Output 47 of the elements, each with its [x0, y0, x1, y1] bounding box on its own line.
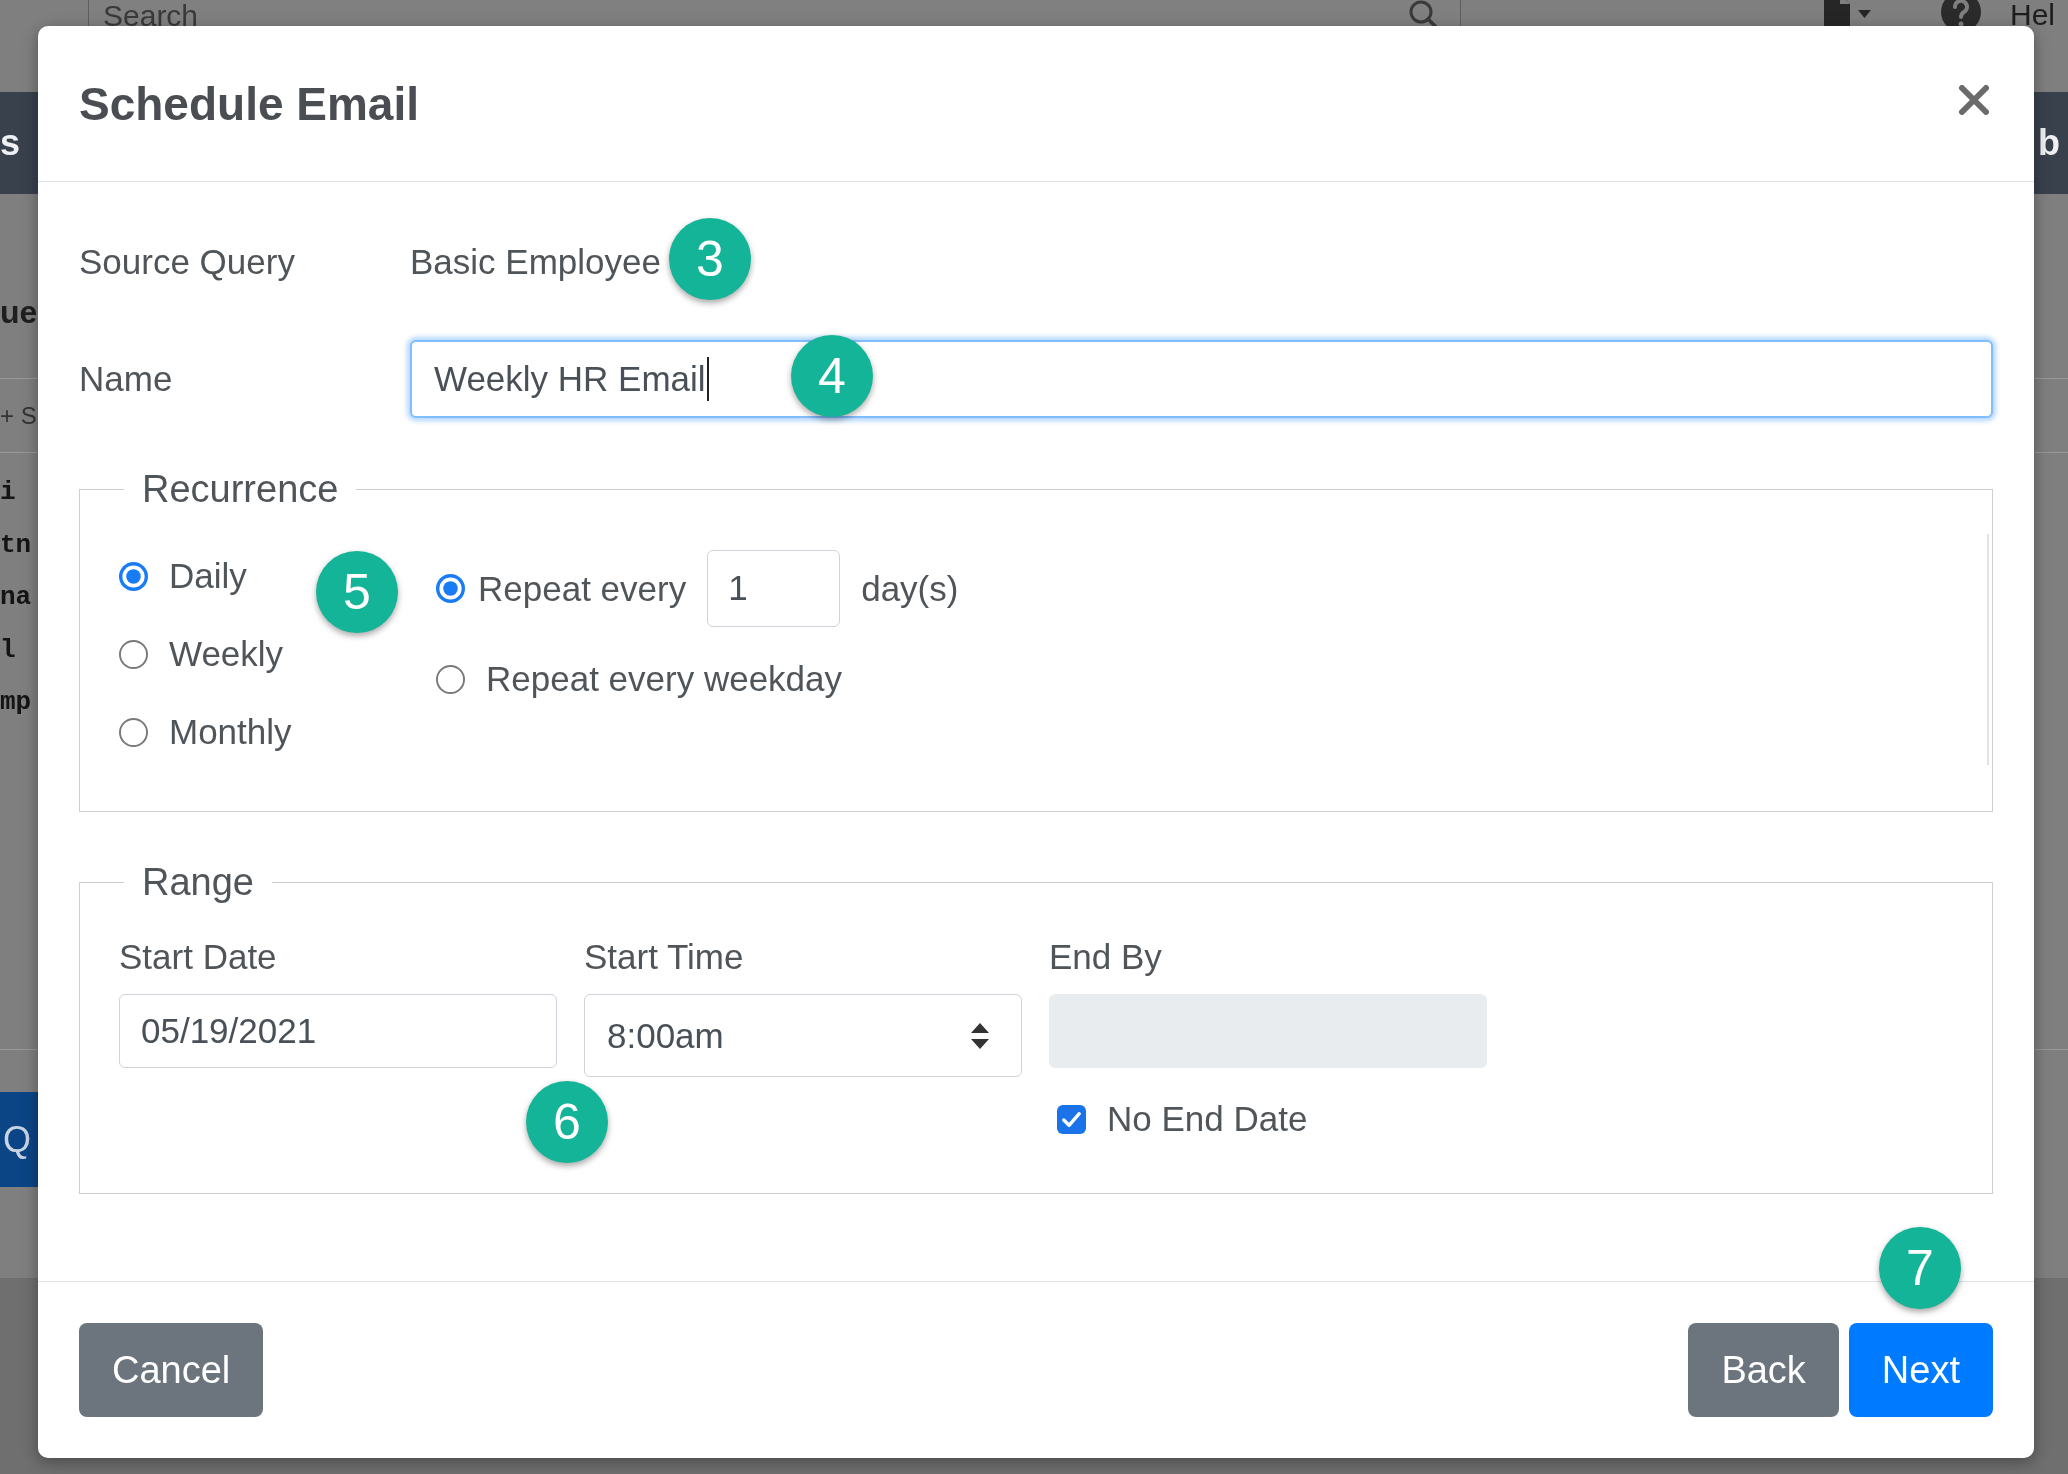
option-label: Monthly	[169, 712, 292, 752]
field-label: Source Query	[79, 242, 296, 282]
option-label: Repeat every weekday	[486, 659, 843, 699]
radio-button[interactable]	[119, 717, 148, 747]
document-icon[interactable]	[1824, 0, 1850, 26]
checkbox-label: No End Date	[1107, 1099, 1308, 1139]
field-value: Basic Employee	[410, 242, 661, 282]
code-line: l	[0, 633, 16, 667]
radio-button[interactable]	[436, 574, 465, 603]
code-line: i	[0, 476, 16, 509]
date-field[interactable]: 05/19/2021	[119, 994, 557, 1068]
dialog-button[interactable]: Cancel	[79, 1323, 264, 1417]
nav-text: b	[2038, 123, 2061, 163]
step-number-badge: 5	[316, 551, 398, 633]
radio-button[interactable]	[119, 639, 148, 669]
page-heading: ue	[0, 293, 38, 331]
field-label: Name	[79, 359, 174, 399]
page-button[interactable]: Q	[0, 1092, 38, 1187]
caret-icon[interactable]	[1858, 10, 1871, 18]
field-label: End By	[1049, 936, 1163, 978]
dialog-title: Schedule Email	[79, 76, 419, 131]
step-number-badge: 3	[669, 218, 751, 300]
code-line: mp	[0, 686, 32, 719]
section-legend: Range	[124, 859, 272, 905]
radio-button[interactable]	[119, 561, 148, 591]
step-number-badge: 6	[526, 1081, 608, 1163]
section-legend: Recurrence	[124, 466, 357, 512]
option-label: Repeat every	[478, 568, 687, 609]
unit-label: day(s)	[861, 568, 959, 609]
option-label: Daily	[169, 556, 247, 596]
code-line: na	[0, 581, 32, 614]
radio-button[interactable]	[436, 664, 465, 694]
up-down-arrows-icon	[971, 1022, 989, 1049]
step-number-badge: 7	[1879, 1227, 1961, 1309]
interval-field[interactable]: 1	[707, 550, 841, 627]
time-select[interactable]: 8:00am	[584, 994, 1022, 1077]
dialog-button[interactable]: Back	[1688, 1323, 1839, 1417]
close-icon[interactable]	[1959, 84, 1989, 115]
checkbox[interactable]	[1057, 1104, 1086, 1134]
help-link[interactable]: Hel	[2010, 0, 2055, 30]
field-label: Start Date	[119, 936, 278, 978]
nav-text: s	[0, 123, 21, 163]
option-label: Weekly	[169, 634, 284, 674]
field-label: Start Time	[584, 936, 745, 978]
toolbar-text: + S	[0, 400, 37, 431]
dialog-button[interactable]: Next	[1848, 1323, 1993, 1417]
code-line: tn	[0, 528, 32, 562]
